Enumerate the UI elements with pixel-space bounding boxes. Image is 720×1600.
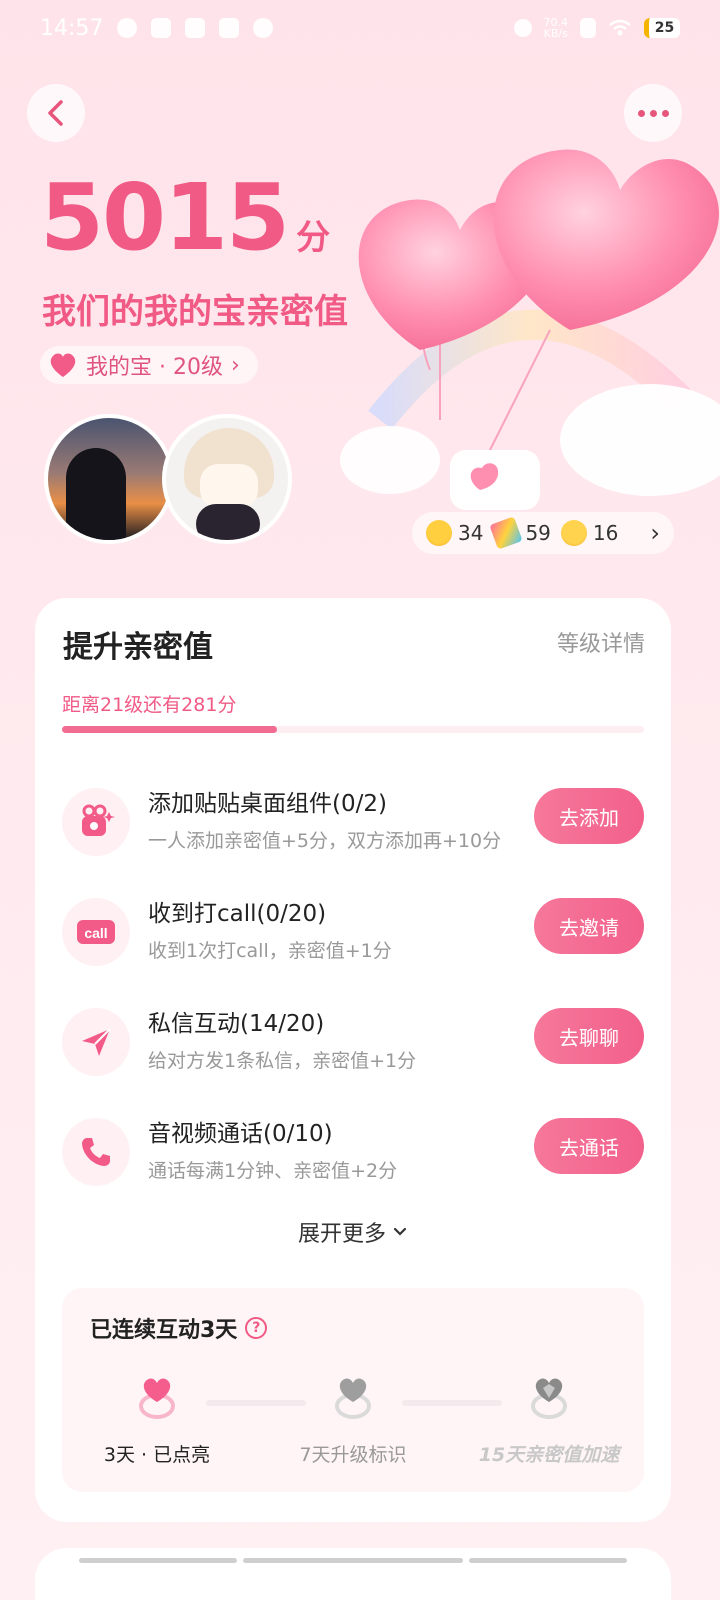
locked-heart-ring-icon	[335, 1378, 371, 1419]
chevron-down-icon	[393, 1227, 407, 1236]
streak-title: 已连续互动3天 ?	[90, 1312, 268, 1344]
battery-icon: 25	[644, 18, 680, 38]
mute-icon	[513, 19, 532, 37]
milestone-label: 15天亲密值加速	[478, 1444, 620, 1466]
party-popper-icon	[489, 516, 524, 550]
mail-icon	[151, 18, 172, 38]
streak-section: 已连续互动3天 ? 3天 · 已点亮 7天升级标识 15天亲密值加速	[62, 1288, 644, 1492]
task-item-call: call 收到打call(0/20) 收到1次打call，亲密值+1分 去邀请	[62, 894, 644, 970]
sim-icon	[580, 18, 596, 38]
expand-more-button[interactable]: 展开更多	[35, 1216, 671, 1248]
task-title: 音视频通话(0/10)	[148, 1121, 333, 1147]
widget-icon	[62, 788, 130, 856]
lit-heart-ring-icon	[139, 1378, 175, 1419]
back-button[interactable]	[27, 84, 85, 142]
help-icon[interactable]: ?	[245, 1317, 268, 1339]
chevron-right-icon: ›	[650, 519, 660, 547]
task-desc: 一人添加亲密值+5分，双方添加再+10分	[148, 830, 502, 852]
locked-gem-ring-icon	[531, 1378, 567, 1419]
intimacy-score: 5015 分	[40, 168, 330, 268]
streak-connector	[402, 1400, 502, 1406]
couple-avatars	[44, 414, 292, 544]
milestone-label: 3天 · 已点亮	[103, 1444, 211, 1466]
level-detail-link[interactable]: 等级详情	[557, 626, 645, 658]
balloon-hearts-illustration	[340, 149, 720, 510]
call-icon: call	[62, 898, 130, 966]
invite-button[interactable]: 去邀请	[534, 898, 644, 954]
progress-fill	[62, 726, 278, 733]
task-item-voice-call: 音视频通话(0/10) 通话每满1分钟、亲密值+2分 去通话	[62, 1114, 644, 1190]
task-desc: 收到1次打call，亲密值+1分	[148, 940, 392, 962]
app-notification-icon	[185, 18, 206, 38]
task-title: 添加贴贴桌面组件(0/2)	[148, 791, 387, 817]
emoji-stat-item: 34	[426, 520, 483, 546]
svg-text:call: call	[84, 925, 107, 941]
task-title: 私信互动(14/20)	[148, 1011, 325, 1037]
task-desc: 通话每满1分钟、亲密值+2分	[148, 1160, 398, 1182]
score-unit: 分	[296, 218, 331, 258]
heart-icon	[50, 353, 76, 377]
clock: 14:57	[40, 15, 104, 41]
avatar-partner[interactable]	[162, 414, 292, 544]
smirk-emoji-icon	[560, 520, 587, 546]
boost-intimacy-card: 提升亲密值 等级详情 距离21级还有281分 添加贴贴桌面组件(0/2) 一人添…	[35, 598, 671, 1522]
streak-connector	[206, 1400, 306, 1406]
emoji-stats-bar[interactable]: 34 59 16 ›	[412, 512, 674, 554]
send-icon	[62, 1008, 130, 1076]
chevron-right-icon: ›	[230, 352, 240, 378]
wechat-icon	[117, 18, 138, 38]
level-label: 我的宝 · 20级	[86, 355, 223, 380]
phone-icon	[62, 1118, 130, 1186]
page-title: 我们的我的宝亲密值	[42, 292, 348, 332]
more-dots-icon	[637, 109, 669, 117]
task-item-message: 私信互动(14/20) 给对方发1条私信，亲密值+1分 去聊聊	[62, 1004, 644, 1080]
call-button[interactable]: 去通话	[534, 1118, 644, 1174]
next-section-placeholder	[79, 1558, 627, 1563]
add-widget-button[interactable]: 去添加	[534, 788, 644, 844]
next-section-card	[35, 1548, 671, 1600]
taobao-icon	[219, 18, 240, 38]
status-bar: 14:57 70.4 KB/s 25	[0, 0, 720, 56]
level-badge[interactable]: 我的宝 · 20级 ›	[40, 346, 258, 384]
task-desc: 给对方发1条私信，亲密值+1分	[148, 1050, 417, 1072]
emoji-stat-item: 59	[489, 516, 551, 550]
hug-emoji-icon	[426, 520, 452, 546]
task-item-widget: 添加贴贴桌面组件(0/2) 一人添加亲密值+5分，双方添加再+10分 去添加	[62, 784, 644, 860]
card-title: 提升亲密值	[63, 630, 213, 665]
task-title: 收到打call(0/20)	[148, 901, 327, 927]
milestone-label: 7天升级标识	[299, 1444, 407, 1466]
progress-text: 距离21级还有281分	[62, 694, 237, 716]
capsule-icon	[253, 18, 274, 38]
level-progress-bar	[62, 726, 644, 733]
avatar-self[interactable]	[44, 414, 174, 544]
wifi-icon	[609, 19, 631, 36]
score-value: 5015	[40, 164, 290, 271]
network-speed: 70.4 KB/s	[543, 16, 569, 40]
emoji-stat-item: 16	[560, 520, 618, 546]
chevron-left-icon	[48, 100, 63, 126]
chat-button[interactable]: 去聊聊	[534, 1008, 644, 1064]
